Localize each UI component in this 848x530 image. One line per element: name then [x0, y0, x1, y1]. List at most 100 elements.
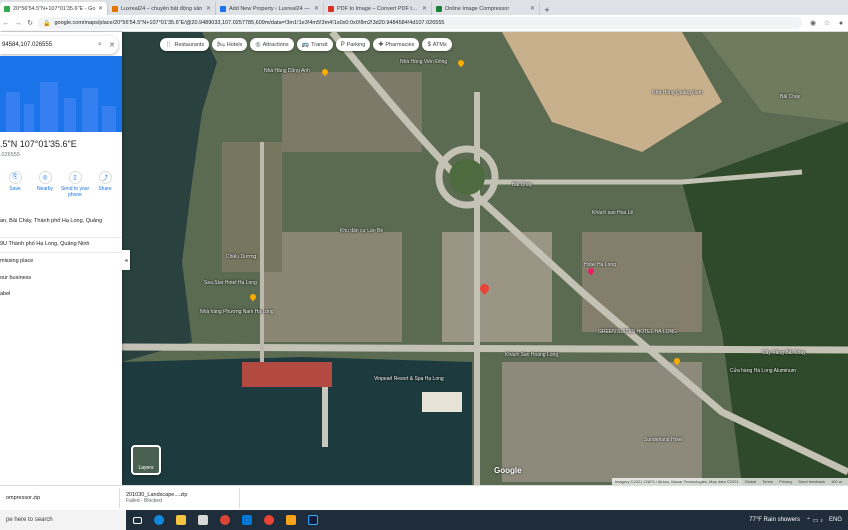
favicon-icon [112, 5, 118, 12]
map-label[interactable]: Vinpearl Resort & Spa Hạ Long [374, 376, 444, 382]
close-tab-icon[interactable]: ✕ [314, 5, 319, 12]
map-label[interactable]: GREEN SUITES HOTEL HẠ LONG [598, 329, 677, 335]
address-line[interactable]: an, Bãi Cháy, Thành phố Hạ Long, Quảng [0, 218, 102, 224]
downloads-bar: ompressor.zip 201030_Landscape....zip Fail… [0, 485, 848, 510]
street-view-thumbnail[interactable] [0, 56, 122, 132]
profile-icon[interactable]: ● [834, 20, 848, 27]
divider [0, 237, 122, 238]
add-missing-place-link[interactable]: missing place [0, 258, 33, 264]
chrome-icon[interactable] [214, 510, 236, 530]
chip-label: Transit [311, 41, 328, 48]
reload-icon[interactable]: ↻ [24, 19, 36, 27]
chip-label: Attractions [262, 41, 289, 48]
action-button[interactable]: ⎘ Save [0, 171, 30, 198]
browser-tab[interactable]: PDF to Image – Convert PDF to JP ✕ [324, 2, 432, 15]
attribution-item[interactable]: 100 m [831, 479, 842, 484]
search-input[interactable]: 94584,107.026555 [2, 42, 94, 48]
location-icon[interactable]: ◉ [806, 19, 820, 27]
back-icon[interactable]: ← [0, 20, 12, 27]
attribution-item[interactable]: Terms [762, 479, 773, 484]
nearby-icon: ◎ [38, 171, 52, 184]
category-chip[interactable]: P Parking [335, 38, 371, 51]
chip-label: ATMs [432, 41, 447, 48]
download-item[interactable]: 201030_Landscape....zip Failed - Blocked [120, 488, 240, 508]
category-chip[interactable]: 🛏 Hotels [212, 38, 248, 51]
download-filename: ompressor.zip [6, 495, 41, 501]
bookmark-star-icon[interactable]: ☆ [820, 19, 834, 27]
collapse-panel-button[interactable]: ◂ [122, 250, 130, 270]
category-chip[interactable]: $ ATMs [422, 38, 452, 51]
close-icon[interactable]: ✕ [106, 41, 118, 49]
pluscode-line[interactable]: 9U Thành phố Hạ Long, Quảng Ninh [0, 241, 90, 247]
action-label: Share [98, 186, 112, 192]
new-tab-button[interactable]: + [540, 5, 554, 15]
map-label[interactable]: Nhà hàng Phương Nam Hạ Long [200, 309, 274, 315]
chip-label: Pharmacies [385, 41, 415, 48]
map-label: Khu dân cư Lán Bè [340, 228, 384, 234]
layers-toggle[interactable]: Layers [131, 445, 161, 475]
map-label[interactable]: Sea Star Hotel Hạ Long [204, 280, 257, 286]
download-item[interactable]: ompressor.zip [0, 488, 120, 508]
address-bar-row: ← → ↻ 🔒 google.com/maps/place/20°56'54.5… [0, 15, 848, 32]
store-icon[interactable] [192, 510, 214, 530]
map-label[interactable]: Sunderland Hotel [644, 437, 683, 443]
url-text: google.com/maps/place/20°56'54.5"N+107°0… [54, 20, 445, 26]
action-button[interactable]: ⤴ Share [90, 171, 120, 198]
tray-icons[interactable]: ⌃ ▭ ♪ [806, 517, 823, 524]
search-box[interactable]: 94584,107.026555 ⌕ ✕ [0, 36, 118, 54]
map-label[interactable]: Khách Sạn Hoàng Long [505, 352, 558, 358]
attribution-item[interactable]: Global [745, 479, 757, 484]
browser-tab[interactable]: Luxreal24 – chuyên bất động sản ✕ [108, 2, 216, 15]
browser-tab[interactable]: Add New Property ‹ Luxreal24 — ✕ [216, 2, 324, 15]
weather-text[interactable]: 77°F Rain showers [749, 517, 800, 523]
browser-tab[interactable]: 20°56'54.5"N+107°01'35.6"E - Go ✕ [0, 2, 108, 15]
map-label: Bãi Cháy [512, 182, 533, 188]
map-label[interactable]: Nhà Hàng Dũng Anh [264, 68, 310, 74]
task-view-icon[interactable] [126, 510, 148, 530]
mail-icon[interactable] [236, 510, 258, 530]
attribution-item: Imagery ©2021 CNES / Airbus, Maxar Techn… [615, 479, 739, 484]
bed-icon: 🛏 [217, 42, 225, 48]
photoshop-icon[interactable] [302, 510, 324, 530]
file-explorer-icon[interactable] [170, 510, 192, 530]
parking-icon: P [340, 41, 345, 48]
lock-icon: 🔒 [43, 20, 51, 27]
close-tab-icon[interactable]: ✕ [206, 5, 211, 12]
url-field[interactable]: 🔒 google.com/maps/place/20°56'54.5"N+107… [38, 17, 802, 29]
attribution-item[interactable]: Privacy [779, 479, 792, 484]
pill-icon: ✚ [378, 42, 384, 48]
category-chip[interactable]: 🚌 Transit [296, 38, 333, 51]
map-label: Bãi Cháy [780, 94, 801, 100]
map-label[interactable]: Nhà Hàng Quảng Nam [652, 90, 703, 96]
add-label-link[interactable]: abel [0, 291, 10, 297]
category-chip[interactable]: 🍴 Restaurants [160, 38, 210, 51]
browser-tab[interactable]: Online Image Compressor ✕ [432, 2, 540, 15]
app-icon[interactable] [258, 510, 280, 530]
action-button[interactable]: ▯ Send to your phone [60, 171, 90, 198]
close-tab-icon[interactable]: ✕ [98, 5, 103, 12]
action-button[interactable]: ◎ Nearby [30, 171, 60, 198]
close-tab-icon[interactable]: ✕ [422, 5, 427, 12]
google-logo: Google [494, 466, 522, 475]
map-label[interactable]: Khách sạn Hoa Lê [592, 210, 633, 216]
taskbar-search-text: pe here to search [6, 517, 53, 523]
category-chip[interactable]: ✚ Pharmacies [373, 38, 420, 51]
browser-tab-strip: 20°56'54.5"N+107°01'35.6"E - Go ✕ Luxreal2… [0, 0, 848, 15]
favicon-icon [220, 5, 226, 12]
forward-icon[interactable]: → [12, 20, 24, 27]
map-label[interactable]: Cây Xăng Bãi Cháy [762, 350, 806, 356]
map-label[interactable]: Nhà Hàng Viễn Đông [400, 59, 447, 65]
satellite-map[interactable]: Nhà Hàng Dũng Anh Nhà Hàng Viễn Đông Nhà… [122, 32, 848, 485]
attribution-item[interactable]: Send feedback [798, 479, 825, 484]
search-icon[interactable]: ⌕ [94, 41, 106, 49]
taskbar-search[interactable]: pe here to search [0, 510, 126, 530]
atm-icon: $ [427, 41, 431, 48]
app-icon[interactable] [280, 510, 302, 530]
map-label[interactable]: Cửa hàng Hà Long Aluminum [730, 368, 796, 374]
close-tab-icon[interactable]: ✕ [530, 5, 535, 12]
add-business-link[interactable]: our business [0, 275, 31, 281]
edge-icon[interactable] [148, 510, 170, 530]
download-status: Failed - Blocked [126, 498, 162, 504]
language-indicator[interactable]: ENG [829, 517, 842, 523]
category-chip[interactable]: ◎ Attractions [250, 38, 294, 51]
